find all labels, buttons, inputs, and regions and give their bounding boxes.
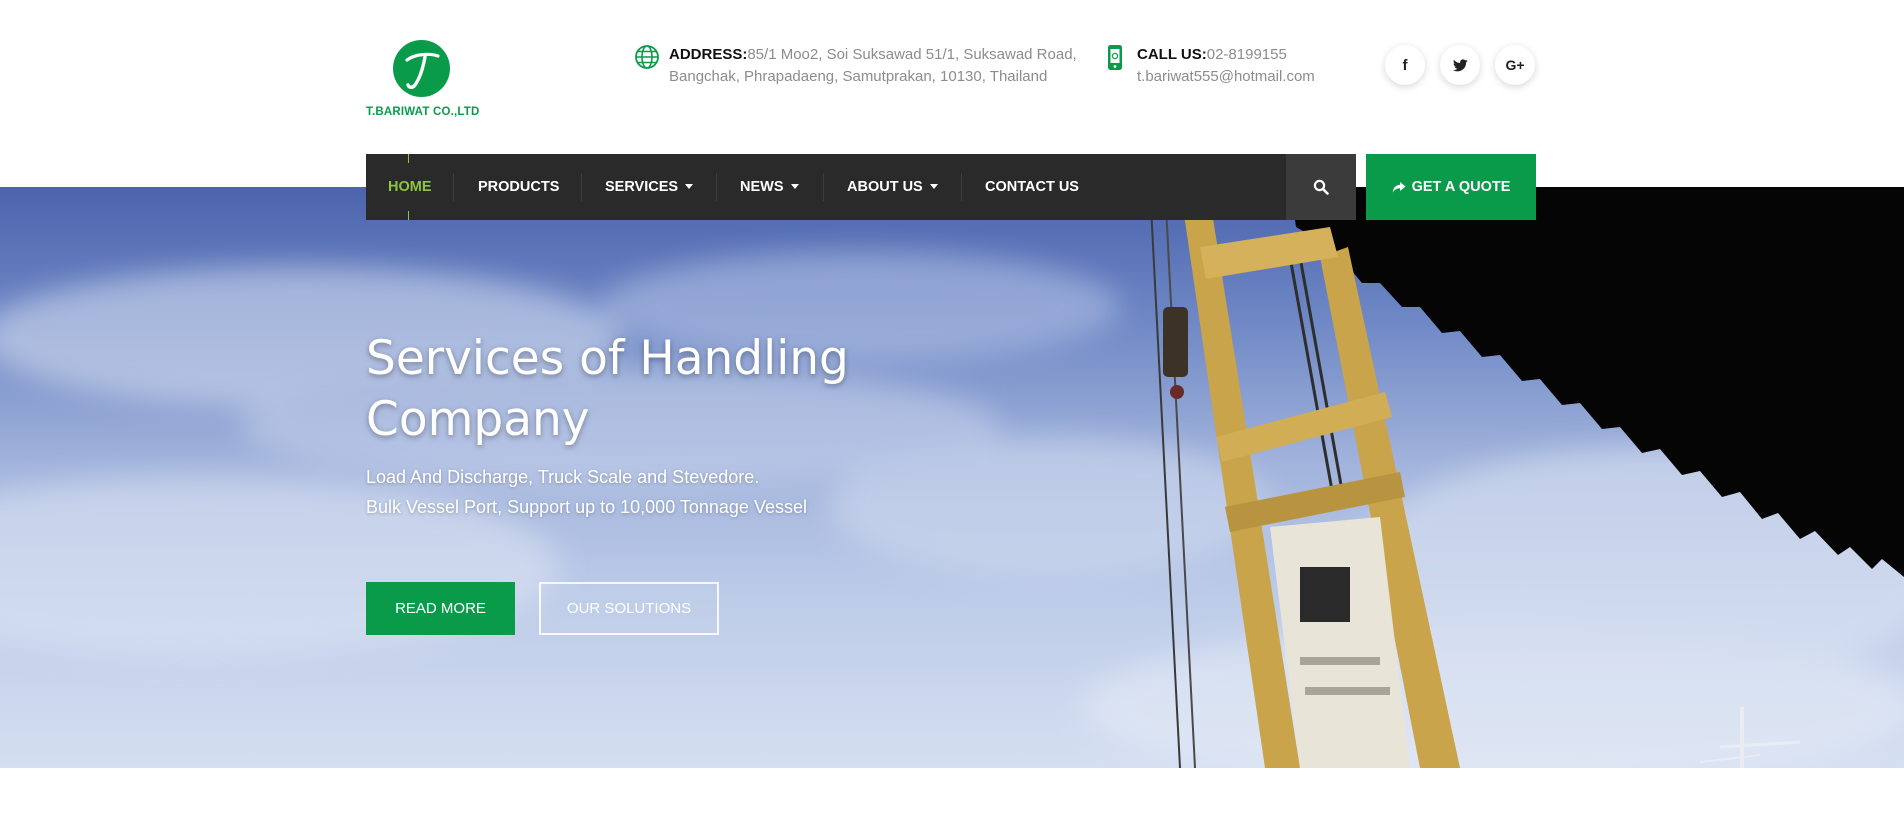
search-button[interactable] (1286, 154, 1356, 220)
nav-item-about-us[interactable]: ABOUT US (847, 154, 938, 220)
get-a-quote-label: GET A QUOTE (1411, 179, 1511, 195)
twitter-button[interactable] (1440, 45, 1480, 85)
call-label: CALL US: (1137, 46, 1207, 63)
nav-item-home[interactable]: HOME (388, 154, 432, 220)
address-line-2: Bangchak, Phrapadaeng, Samutprakan, 1013… (669, 68, 1048, 85)
hero-title-line-2: Company (366, 392, 590, 447)
phone-number[interactable]: 02-8199155 (1207, 46, 1287, 63)
logo-t-icon (405, 52, 440, 89)
nav-divider (961, 173, 962, 201)
caret-down-icon (790, 183, 799, 189)
nav-divider (581, 173, 582, 201)
google-plus-icon: G+ (1505, 57, 1525, 73)
facebook-button[interactable]: f (1385, 45, 1425, 85)
address-line-1: 85/1 Moo2, Soi Suksawad 51/1, Suksawad R… (747, 46, 1077, 63)
caret-down-icon (929, 183, 938, 189)
facebook-icon: f (1402, 56, 1408, 74)
search-icon (1313, 179, 1329, 195)
hero-subtitle-line-2: Bulk Vessel Port, Support up to 10,000 T… (366, 497, 807, 517)
logo-mark (393, 40, 450, 97)
nav-item-about-label: ABOUT US (847, 179, 923, 195)
nav-divider (453, 173, 454, 201)
our-solutions-button[interactable]: OUR SOLUTIONS (539, 582, 719, 635)
read-more-button[interactable]: READ MORE (366, 582, 515, 635)
company-name: T.BARIWAT CO.,LTD (366, 106, 480, 118)
company-logo[interactable]: T.BARIWAT CO.,LTD (366, 40, 480, 122)
nav-item-news[interactable]: NEWS (740, 154, 799, 220)
globe-icon (635, 45, 659, 69)
address-label: ADDRESS: (669, 46, 748, 63)
mobile-phone-icon (1108, 45, 1122, 70)
twitter-icon (1452, 58, 1468, 71)
hero-background-image (0, 187, 1904, 768)
nav-item-products[interactable]: PRODUCTS (478, 154, 559, 220)
hero-title: Services of Handling Company (366, 328, 926, 450)
share-arrow-icon (1392, 181, 1406, 192)
hero-subtitle-line-1: Load And Discharge, Truck Scale and Stev… (366, 467, 760, 487)
nav-item-news-label: NEWS (740, 179, 784, 195)
nav-item-contact-us[interactable]: CONTACT US (985, 154, 1079, 220)
nav-item-services[interactable]: SERVICES (605, 154, 694, 220)
nav-divider (716, 173, 717, 201)
hero-title-line-1: Services of Handling (366, 331, 849, 386)
google-plus-button[interactable]: G+ (1495, 45, 1535, 85)
main-navigation: HOME PRODUCTS SERVICES NEWS ABOUT US CON… (366, 154, 1356, 220)
email-address[interactable]: t.bariwat555@hotmail.com (1137, 68, 1315, 85)
nav-divider (823, 173, 824, 201)
nav-item-services-label: SERVICES (605, 179, 679, 195)
caret-down-icon (685, 183, 694, 189)
hero-banner (0, 187, 1904, 768)
get-a-quote-button[interactable]: GET A QUOTE (1366, 154, 1536, 220)
hero-subtitle: Load And Discharge, Truck Scale and Stev… (366, 462, 807, 522)
